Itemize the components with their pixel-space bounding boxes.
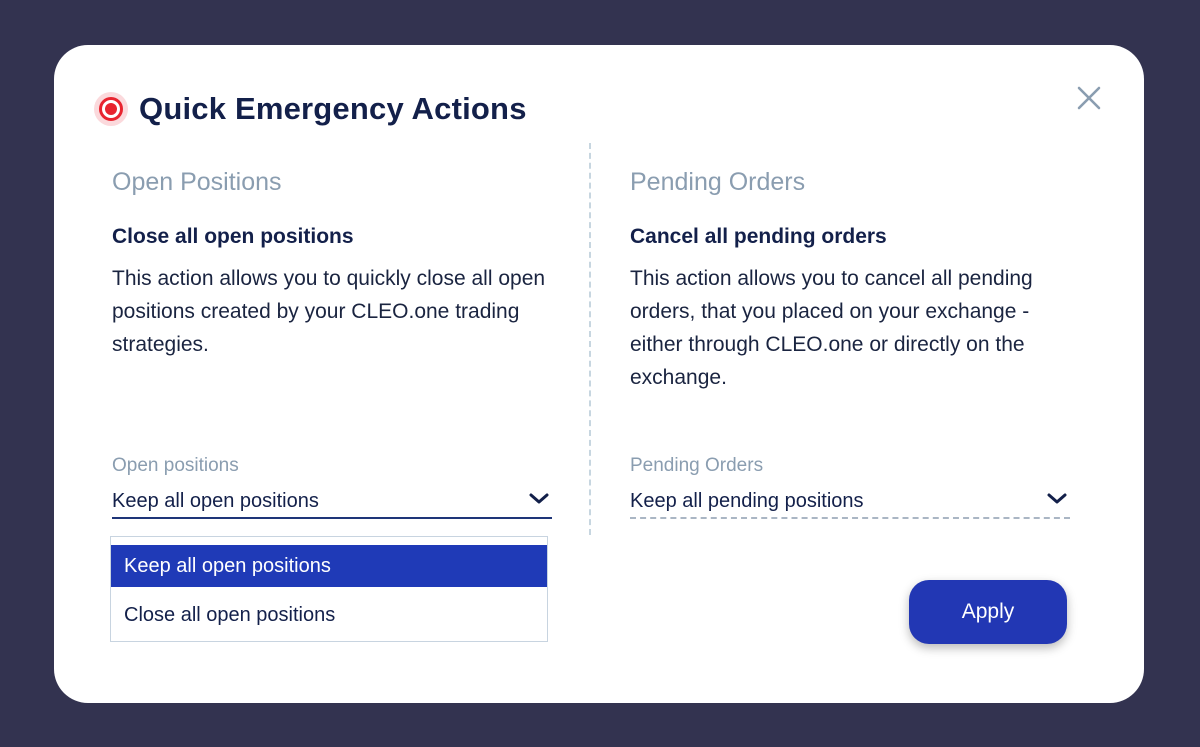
- modal-header: Quick Emergency Actions: [94, 91, 527, 127]
- select-value: Keep all pending positions: [630, 489, 864, 512]
- record-icon: [94, 92, 128, 126]
- pending-orders-section: Pending Orders Cancel all pending orders…: [630, 163, 1070, 394]
- select-value: Keep all open positions: [112, 489, 319, 512]
- select-label: Pending Orders: [630, 455, 764, 476]
- emergency-actions-modal: Quick Emergency Actions Open Positions C…: [54, 45, 1144, 703]
- dropdown-option-keep-positions[interactable]: Keep all open positions: [111, 545, 547, 587]
- pending-orders-select[interactable]: Keep all pending positions: [630, 485, 1070, 519]
- select-label: Open positions: [112, 455, 239, 476]
- action-title: Close all open positions: [112, 225, 354, 248]
- section-title: Open Positions: [112, 168, 282, 196]
- open-positions-field: Open positions Keep all open positions: [112, 454, 552, 519]
- chevron-down-icon: [1046, 492, 1068, 511]
- apply-button[interactable]: Apply: [909, 580, 1067, 644]
- chevron-down-icon: [528, 492, 550, 511]
- action-description: This action allows you to cancel all pen…: [630, 267, 1033, 389]
- open-positions-dropdown: Keep all open positions Close all open p…: [110, 536, 548, 642]
- close-icon[interactable]: [1074, 83, 1104, 113]
- open-positions-select[interactable]: Keep all open positions: [112, 485, 552, 519]
- action-title: Cancel all pending orders: [630, 225, 887, 248]
- column-divider: [589, 143, 591, 535]
- pending-orders-field: Pending Orders Keep all pending position…: [630, 454, 1070, 519]
- modal-title: Quick Emergency Actions: [139, 91, 527, 126]
- action-description: This action allows you to quickly close …: [112, 267, 546, 356]
- open-positions-section: Open Positions Close all open positions …: [112, 163, 552, 361]
- dropdown-option-close-positions[interactable]: Close all open positions: [111, 594, 547, 636]
- section-title: Pending Orders: [630, 168, 806, 196]
